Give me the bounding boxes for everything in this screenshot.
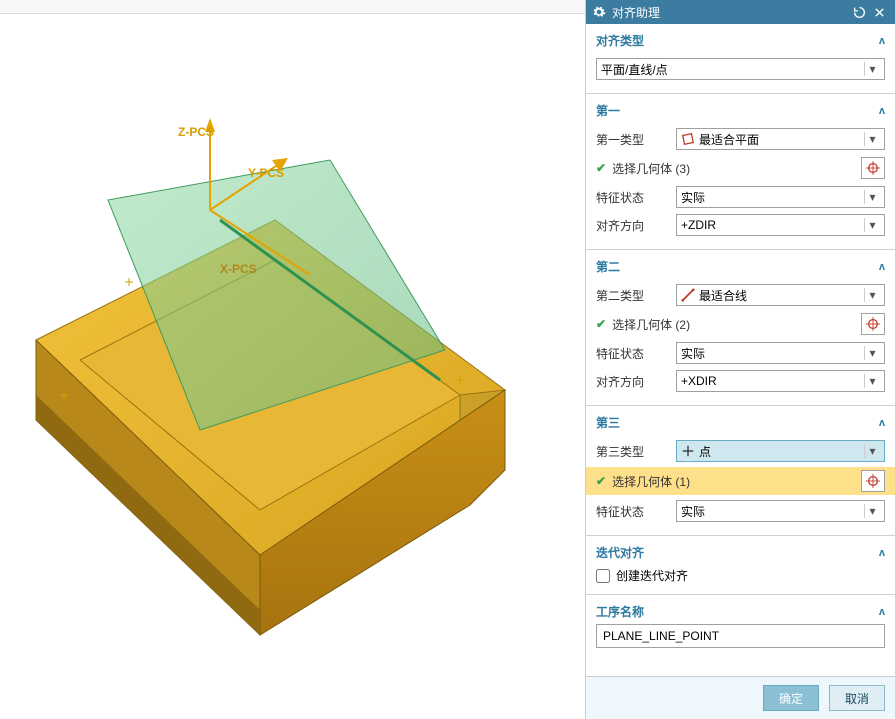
close-icon[interactable] <box>869 2 889 22</box>
check-icon: ✔ <box>596 161 606 175</box>
section-header-process-name[interactable]: 工序名称 ᴧ <box>596 599 885 624</box>
chevron-up-icon: ᴧ <box>879 547 885 559</box>
chevron-down-icon: ▾ <box>864 288 880 302</box>
chevron-up-icon: ᴧ <box>879 35 885 47</box>
panel-titlebar: 对齐助理 <box>586 0 895 24</box>
second-type-label: 第二类型 <box>596 287 676 304</box>
target-icon[interactable] <box>861 157 885 179</box>
axis-label-y: Y-PCS <box>248 166 284 180</box>
third-geometry-row[interactable]: ✔ 选择几何体 (1) <box>586 467 895 495</box>
chevron-down-icon: ▾ <box>864 132 880 146</box>
section-header-iterative[interactable]: 迭代对齐 ᴧ <box>596 540 885 565</box>
first-feat-select[interactable]: 实际 ▾ <box>676 186 885 208</box>
second-dir-select[interactable]: +XDIR ▾ <box>676 370 885 392</box>
chevron-down-icon: ▾ <box>864 504 880 518</box>
section-first: 第一 ᴧ 第一类型 最适合平面 ▾ <box>586 94 895 250</box>
second-feat-select[interactable]: 实际 ▾ <box>676 342 885 364</box>
section-process-name: 工序名称 ᴧ <box>586 595 895 656</box>
iterative-checkbox[interactable] <box>596 569 610 583</box>
chevron-up-icon: ᴧ <box>879 261 885 273</box>
section-third: 第三 ᴧ 第三类型 点 ▾ <box>586 406 895 536</box>
third-feat-label: 特征状态 <box>596 503 676 520</box>
cancel-button[interactable]: 取消 <box>829 685 885 711</box>
chevron-down-icon: ▾ <box>864 346 880 360</box>
model-render <box>0 0 585 719</box>
section-header-first[interactable]: 第一 ᴧ <box>596 98 885 123</box>
iterative-checkbox-label: 创建迭代对齐 <box>616 567 688 584</box>
first-type-select[interactable]: 最适合平面 ▾ <box>676 128 885 150</box>
third-type-select[interactable]: 点 ▾ <box>676 440 885 462</box>
second-dir-label: 对齐方向 <box>596 373 676 390</box>
third-feat-select[interactable]: 实际 ▾ <box>676 500 885 522</box>
chevron-down-icon: ▾ <box>864 444 880 458</box>
target-icon[interactable] <box>861 470 885 492</box>
second-geometry-row[interactable]: ✔ 选择几何体 (2) <box>596 311 885 337</box>
check-icon: ✔ <box>596 474 606 488</box>
section-second: 第二 ᴧ 第二类型 最适合线 ▾ <box>586 250 895 406</box>
ok-button[interactable]: 确定 <box>763 685 819 711</box>
line-icon <box>681 288 695 302</box>
first-type-label: 第一类型 <box>596 131 676 148</box>
chevron-down-icon: ▾ <box>864 190 880 204</box>
axis-label-x: X-PCS <box>220 262 257 276</box>
gear-icon[interactable] <box>592 5 606 19</box>
point-icon <box>681 444 695 458</box>
chevron-up-icon: ᴧ <box>879 417 885 429</box>
panel-footer: 确定 取消 <box>586 676 895 719</box>
axis-label-z: Z-PCS <box>178 125 214 139</box>
section-header-third[interactable]: 第三 ᴧ <box>596 410 885 435</box>
chevron-down-icon: ▾ <box>864 218 880 232</box>
first-geometry-row[interactable]: ✔ 选择几何体 (3) <box>596 155 885 181</box>
check-icon: ✔ <box>596 317 606 331</box>
side-panel: 对齐助理 对齐类型 ᴧ 平面/直线/点 ▾ <box>585 0 895 719</box>
reset-icon[interactable] <box>849 2 869 22</box>
chevron-up-icon: ᴧ <box>879 105 885 117</box>
chevron-down-icon: ▾ <box>864 62 880 76</box>
chevron-up-icon: ᴧ <box>879 606 885 618</box>
section-header-second[interactable]: 第二 ᴧ <box>596 254 885 279</box>
plane-icon <box>681 132 695 146</box>
viewport-3d[interactable]: Z-PCS Y-PCS X-PCS <box>0 0 585 719</box>
first-dir-label: 对齐方向 <box>596 217 676 234</box>
target-icon[interactable] <box>861 313 885 335</box>
third-type-label: 第三类型 <box>596 443 676 460</box>
second-type-select[interactable]: 最适合线 ▾ <box>676 284 885 306</box>
section-header-align-type[interactable]: 对齐类型 ᴧ <box>596 28 885 53</box>
process-name-input[interactable] <box>596 624 885 648</box>
first-dir-select[interactable]: +ZDIR ▾ <box>676 214 885 236</box>
chevron-down-icon: ▾ <box>864 374 880 388</box>
first-feat-label: 特征状态 <box>596 189 676 206</box>
panel-title: 对齐助理 <box>612 4 660 21</box>
section-align-type: 对齐类型 ᴧ 平面/直线/点 ▾ <box>586 24 895 94</box>
align-type-select[interactable]: 平面/直线/点 ▾ <box>596 58 885 80</box>
section-iterative: 迭代对齐 ᴧ 创建迭代对齐 <box>586 536 895 595</box>
second-feat-label: 特征状态 <box>596 345 676 362</box>
